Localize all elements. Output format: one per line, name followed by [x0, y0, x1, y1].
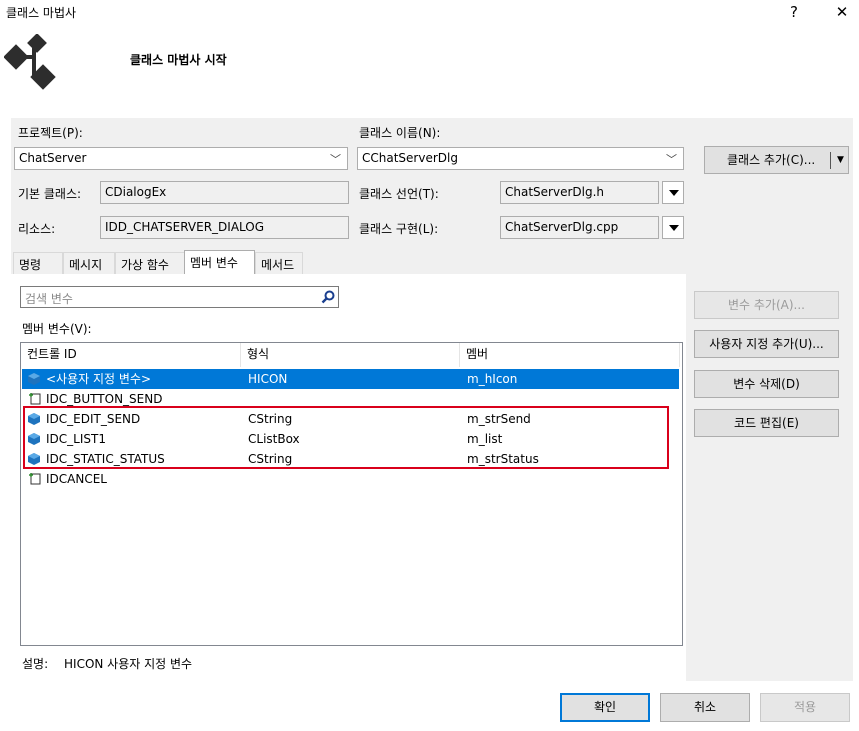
class-impl-dropdown-button[interactable] [662, 216, 684, 239]
control-icon [29, 473, 41, 485]
tab-methods[interactable]: 메서드 [255, 252, 303, 274]
dropdown-triangle-icon [669, 225, 679, 231]
class-decl-dropdown-button[interactable] [662, 181, 684, 204]
help-button[interactable]: ? [779, 3, 809, 21]
tab-messages[interactable]: 메시지 [63, 252, 115, 274]
class-name-combo[interactable]: CChatServerDlg ﹀ [357, 147, 684, 170]
delete-variable-button[interactable]: 변수 삭제(D) [694, 370, 839, 398]
project-label: 프로젝트(P): [18, 126, 83, 140]
edit-code-button[interactable]: 코드 편집(E) [694, 409, 839, 437]
window-title: 클래스 마법사 [6, 6, 77, 20]
tab-commands[interactable]: 명령 [13, 252, 63, 274]
search-input[interactable]: 검색 변수 [20, 286, 339, 308]
class-wizard-logo-icon [4, 34, 56, 90]
cell-control-id: <사용자 지정 변수> [46, 372, 152, 386]
list-item[interactable]: <사용자 지정 변수> HICON m_hIcon [22, 369, 679, 389]
ok-button[interactable]: 확인 [560, 693, 650, 722]
dropdown-triangle-icon [669, 190, 679, 196]
column-header-member[interactable]: 멤버 [460, 343, 680, 367]
control-icon [29, 393, 41, 405]
add-class-label: 클래스 추가(C)... [727, 153, 816, 167]
class-name-value: CChatServerDlg [362, 151, 458, 165]
column-header-type[interactable]: 형식 [241, 343, 460, 367]
description-label: 설명: [22, 657, 49, 671]
list-item[interactable]: IDCANCEL [22, 469, 679, 489]
split-divider [830, 152, 831, 169]
close-button[interactable]: ✕ [827, 3, 857, 21]
resource-label: 리소스: [18, 222, 56, 236]
project-combo[interactable]: ChatServer ﹀ [14, 147, 348, 170]
add-class-button[interactable]: 클래스 추가(C)... ▼ [704, 146, 849, 174]
cancel-button[interactable]: 취소 [660, 693, 750, 722]
member-variables-list[interactable]: 컨트롤 ID 형식 멤버 <사용자 지정 변수> HICON m_hIcon I… [20, 342, 683, 646]
project-value: ChatServer [19, 151, 87, 165]
wizard-heading: 클래스 마법사 시작 [130, 53, 227, 67]
class-decl-label: 클래스 선언(T): [359, 187, 439, 201]
tab-member-variables[interactable]: 멤버 변수 [184, 250, 255, 275]
search-icon[interactable] [321, 290, 335, 304]
dropdown-arrow-icon[interactable]: ▼ [837, 147, 844, 173]
highlight-box [23, 406, 669, 469]
add-variable-button[interactable]: 변수 추가(A)... [694, 291, 839, 319]
cell-member: m_hIcon [467, 372, 518, 386]
member-variables-title: 멤버 변수(V): [22, 322, 92, 336]
add-custom-button[interactable]: 사용자 지정 추가(U)... [694, 330, 839, 358]
tab-virtual-functions[interactable]: 가상 함수 [115, 252, 185, 274]
resource-field: IDD_CHATSERVER_DIALOG [100, 216, 349, 239]
description-value: HICON 사용자 지정 변수 [64, 657, 193, 671]
variable-icon [28, 373, 40, 385]
cell-type: HICON [248, 372, 288, 386]
class-impl-label: 클래스 구현(L): [359, 222, 439, 236]
class-decl-field[interactable]: ChatServerDlg.h [500, 181, 659, 204]
class-impl-field[interactable]: ChatServerDlg.cpp [500, 216, 659, 239]
chevron-down-icon: ﹀ [330, 153, 341, 166]
column-header-control-id[interactable]: 컨트롤 ID [21, 343, 241, 367]
search-placeholder: 검색 변수 [25, 292, 73, 306]
apply-button[interactable]: 적용 [760, 693, 850, 722]
base-class-label: 기본 클래스: [18, 187, 82, 201]
class-name-label: 클래스 이름(N): [359, 126, 441, 140]
chevron-down-icon: ﹀ [666, 153, 677, 166]
cell-control-id: IDCANCEL [46, 472, 107, 486]
base-class-field: CDialogEx [100, 181, 349, 204]
